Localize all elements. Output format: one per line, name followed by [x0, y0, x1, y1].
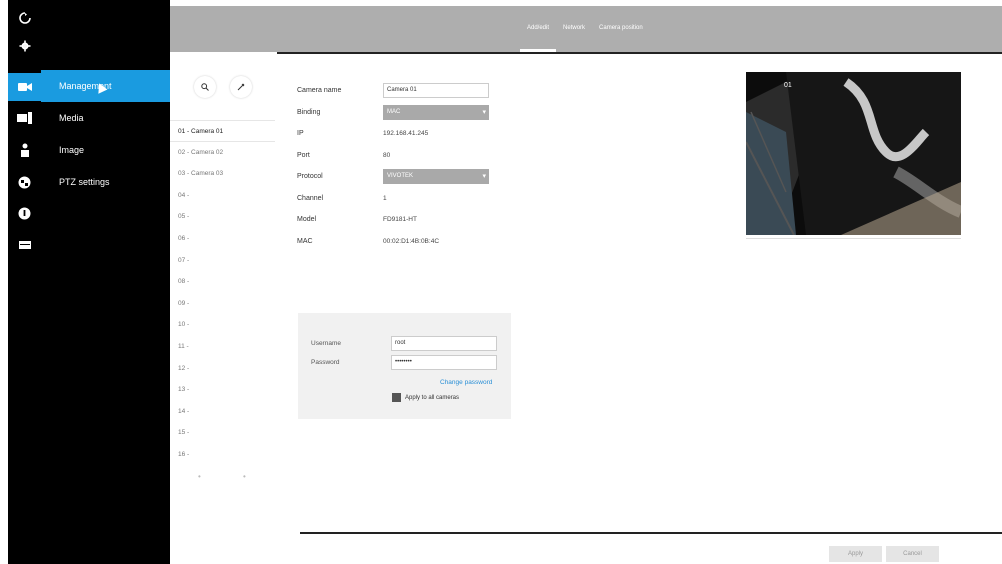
edit-button[interactable] — [230, 76, 252, 98]
submenu-item-label: Media — [59, 113, 84, 123]
channel-item[interactable]: 08 - — [170, 271, 275, 293]
form-row-port: Port 80 — [297, 145, 497, 167]
channel-value: 1 — [383, 194, 387, 202]
protocol-label: Protocol — [297, 173, 323, 181]
tab-add-edit[interactable]: Add/edit — [520, 6, 557, 52]
channel-list: 01 - Camera 01 02 - Camera 02 03 - Camer… — [170, 54, 275, 564]
change-password-link[interactable]: Change password — [440, 379, 492, 386]
channel-item[interactable]: 12 - — [170, 358, 275, 380]
password-label: Password — [311, 359, 340, 366]
sub-menu: Management Media Image PTZ settings — [41, 0, 170, 564]
media-icon[interactable] — [8, 104, 41, 132]
protocol-select[interactable]: VIVOTEK — [383, 169, 489, 185]
divider — [300, 532, 1002, 534]
password-row: Password •••••••• — [311, 355, 497, 370]
edit-icon — [237, 83, 245, 91]
channel-item[interactable]: 10 - — [170, 314, 275, 336]
camera-icon[interactable] — [8, 73, 41, 101]
model-label: Model — [297, 216, 317, 224]
cancel-button[interactable]: Cancel — [886, 546, 939, 562]
binding-label: Binding — [297, 108, 321, 116]
channel-item[interactable]: 16 - — [170, 444, 275, 466]
username-input[interactable]: root — [391, 336, 497, 351]
camera-name-input[interactable]: Camera 01 — [383, 83, 489, 99]
channel-item[interactable]: 05 - — [170, 206, 275, 228]
port-label: Port — [297, 151, 310, 159]
apply-button[interactable]: Apply — [829, 546, 882, 562]
ip-label: IP — [297, 130, 304, 138]
top-bar: Add/edit Network Camera position — [170, 6, 1002, 52]
mac-label: MAC — [297, 237, 313, 245]
submenu-item-management[interactable]: Management — [41, 70, 170, 102]
port-value: 80 — [383, 151, 391, 159]
ip-value: 192.168.41.245 — [383, 130, 429, 138]
mac-value: 00:02:D1:4B:0B:4C — [383, 237, 440, 245]
app-window: Management Media Image PTZ settings Add/… — [0, 0, 1002, 564]
submenu-item-label: PTZ settings — [59, 177, 110, 187]
storage-icon[interactable] — [8, 231, 41, 259]
tab-camera-position[interactable]: Camera position — [592, 6, 650, 52]
camera-name-label: Camera name — [297, 87, 342, 95]
channel-item[interactable]: 09 - — [170, 293, 275, 315]
channel-item[interactable]: 14 - — [170, 401, 275, 423]
apply-all-label: Apply to all cameras — [405, 394, 460, 401]
submenu-item-label: Image — [59, 145, 85, 155]
channel-item[interactable]: 03 - Camera 03 — [170, 163, 275, 185]
settings-icon[interactable] — [8, 32, 41, 60]
network-icon[interactable] — [8, 168, 41, 196]
username-row: Username root — [311, 336, 497, 351]
camera-preview[interactable]: 01 — [746, 72, 961, 235]
form-row-channel: Channel 1 — [297, 188, 497, 210]
camera-form: Camera name Camera 01 Binding MAC IP 192… — [297, 80, 497, 252]
divider — [277, 52, 1002, 54]
tab-network[interactable]: Network — [556, 6, 592, 52]
submenu-item-media[interactable]: Media — [41, 102, 170, 134]
pagination-dots[interactable]: • • — [170, 472, 275, 481]
channel-label: Channel — [297, 194, 324, 202]
apply-all-checkbox-row[interactable]: Apply to all cameras — [392, 393, 459, 402]
monitor-icon[interactable] — [8, 4, 41, 32]
channel-item[interactable]: 06 - — [170, 228, 275, 250]
username-label: Username — [311, 340, 341, 347]
apply-all-checkbox[interactable] — [392, 393, 401, 402]
password-input[interactable]: •••••••• — [391, 355, 497, 370]
form-row-model: Model FD9181-HT — [297, 209, 497, 231]
camera-preview-label: 01 — [784, 82, 792, 89]
preview-status-strip — [746, 235, 961, 239]
form-row-ip: IP 192.168.41.245 — [297, 123, 497, 145]
form-row-protocol: Protocol VIVOTEK — [297, 166, 497, 188]
search-button[interactable] — [194, 76, 216, 98]
channel-item[interactable]: 04 - — [170, 185, 275, 207]
user-icon[interactable] — [8, 136, 41, 164]
icon-rail — [8, 0, 41, 564]
model-value: FD9181-HT — [383, 216, 417, 224]
submenu-item-ptz-settings[interactable]: PTZ settings — [41, 166, 170, 198]
form-row-camera-name: Camera name Camera 01 — [297, 80, 497, 102]
credentials-panel: Username root Password •••••••• Change p… — [298, 313, 511, 419]
binding-select[interactable]: MAC — [383, 104, 489, 120]
form-row-binding: Binding MAC — [297, 102, 497, 124]
info-icon[interactable] — [8, 199, 41, 227]
channel-item[interactable]: 01 - Camera 01 — [170, 120, 275, 142]
channel-item[interactable]: 02 - Camera 02 — [170, 142, 275, 164]
search-icon — [201, 83, 209, 91]
camera-preview-image — [746, 72, 961, 235]
channel-actions — [170, 54, 275, 120]
submenu-item-image[interactable]: Image — [41, 134, 170, 166]
channel-item[interactable]: 13 - — [170, 379, 275, 401]
tab-bar: Add/edit Network Camera position — [520, 6, 650, 52]
form-row-mac: MAC 00:02:D1:4B:0B:4C — [297, 231, 497, 253]
channel-item[interactable]: 15 - — [170, 422, 275, 444]
channel-item[interactable]: 11 - — [170, 336, 275, 358]
channel-item[interactable]: 07 - — [170, 250, 275, 272]
